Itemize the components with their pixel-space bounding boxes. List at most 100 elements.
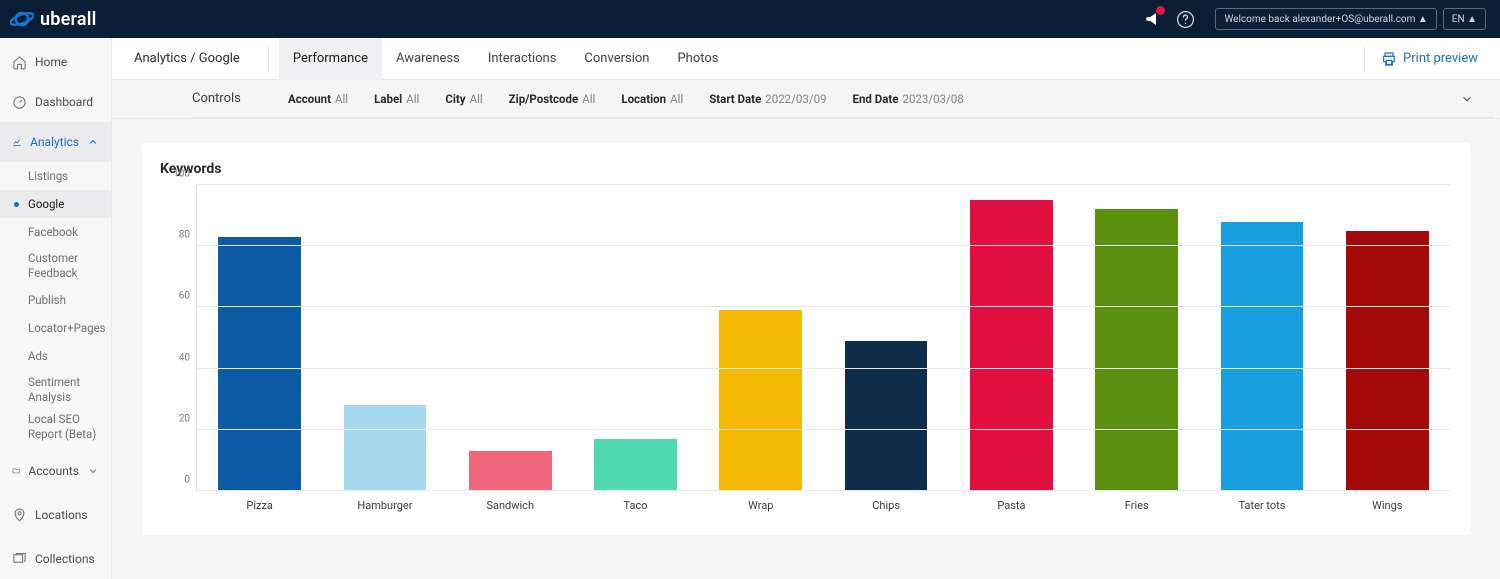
filter-end-date[interactable]: End Date2023/03/08: [853, 92, 964, 106]
bar[interactable]: [469, 451, 552, 491]
sidebar: Home Dashboard Analytics Listings Google…: [0, 38, 112, 579]
help-button[interactable]: [1176, 10, 1195, 29]
sidebar-item-analytics[interactable]: Analytics: [0, 122, 111, 162]
sidebar-sub-locator-pages[interactable]: Locator+Pages: [0, 314, 111, 342]
tab-awareness[interactable]: Awareness: [382, 38, 474, 80]
sidebar-item-locations[interactable]: Locations: [0, 495, 111, 535]
controls-bar: Controls AccountAll LabelAll CityAll Zip…: [112, 80, 1500, 119]
pin-icon: [12, 507, 27, 522]
chart-line-icon: [12, 135, 22, 150]
content: Keywords 020406080100 PizzaHamburgerSand…: [112, 119, 1500, 579]
y-tick: 100: [173, 169, 190, 180]
help-icon: [1176, 10, 1195, 29]
breadcrumb: Analytics / Google: [134, 51, 240, 66]
sidebar-item-home[interactable]: Home: [0, 42, 111, 82]
notifications-button[interactable]: [1144, 10, 1162, 28]
tab-performance[interactable]: Performance: [279, 38, 382, 80]
tab-conversion[interactable]: Conversion: [570, 38, 663, 80]
controls-title: Controls: [192, 91, 242, 106]
x-label: Fries: [1125, 499, 1149, 512]
tabbar: Analytics / Google Performance Awareness…: [112, 38, 1500, 80]
bar[interactable]: [344, 405, 427, 491]
keywords-chart: 020406080100 PizzaHamburgerSandwichTacoW…: [160, 185, 1450, 515]
sidebar-label-dashboard: Dashboard: [35, 95, 93, 109]
main: Analytics / Google Performance Awareness…: [112, 38, 1500, 579]
y-tick: 0: [184, 475, 190, 486]
bar-cell: Taco: [573, 185, 698, 491]
controls-toggle[interactable]: [1460, 92, 1474, 106]
language-label: EN ▲: [1452, 14, 1477, 25]
sidebar-item-dashboard[interactable]: Dashboard: [0, 82, 111, 122]
bar-cell: Fries: [1074, 185, 1199, 491]
bar[interactable]: [1346, 231, 1429, 491]
bar-cell: Sandwich: [448, 185, 573, 491]
welcome-text: Welcome back alexander+OS@uberall.com ▲: [1224, 14, 1427, 25]
y-tick: 20: [179, 413, 190, 424]
bar[interactable]: [970, 200, 1053, 491]
gridline: [197, 368, 1450, 369]
sidebar-sub-local-seo[interactable]: Local SEO Report (Beta): [0, 410, 111, 447]
bar[interactable]: [594, 439, 677, 491]
bar-cell: Pizza: [197, 185, 322, 491]
gridline: [197, 429, 1450, 430]
divider: [268, 46, 269, 72]
bar-cell: Hamburger: [322, 185, 447, 491]
sidebar-sub-listings[interactable]: Listings: [0, 162, 111, 190]
sidebar-item-accounts[interactable]: Accounts: [0, 451, 111, 491]
bar-cell: Wrap: [698, 185, 823, 491]
x-label: Taco: [624, 499, 648, 512]
x-label: Hamburger: [357, 499, 412, 512]
language-menu[interactable]: EN ▲: [1443, 8, 1486, 30]
filter-city[interactable]: CityAll: [445, 92, 482, 106]
sidebar-item-collections[interactable]: Collections: [0, 539, 111, 579]
gridline: [197, 245, 1450, 246]
brand-name: uberall: [40, 9, 96, 30]
bar-cell: Chips: [823, 185, 948, 491]
x-label: Pizza: [246, 499, 273, 512]
x-label: Chips: [872, 499, 900, 512]
x-label: Wrap: [748, 499, 773, 512]
plot-area: PizzaHamburgerSandwichTacoWrapChipsPasta…: [196, 185, 1450, 491]
sidebar-sub-customer-feedback[interactable]: Customer Feedback: [0, 246, 111, 286]
keywords-card: Keywords 020406080100 PizzaHamburgerSand…: [142, 143, 1470, 535]
tab-interactions[interactable]: Interactions: [474, 38, 571, 80]
sidebar-label-accounts: Accounts: [28, 464, 79, 478]
filter-account[interactable]: AccountAll: [288, 92, 348, 106]
bar[interactable]: [218, 237, 301, 491]
topbar: uberall Welcome back alexander+OS@uberal…: [0, 0, 1500, 38]
bars-container: PizzaHamburgerSandwichTacoWrapChipsPasta…: [197, 185, 1450, 491]
bar[interactable]: [719, 310, 802, 491]
bar[interactable]: [1221, 222, 1304, 491]
sidebar-sub-ads[interactable]: Ads: [0, 342, 111, 370]
gridline: [197, 490, 1450, 491]
filter-label[interactable]: LabelAll: [374, 92, 419, 106]
bar[interactable]: [1095, 209, 1178, 491]
sidebar-sub-facebook[interactable]: Facebook: [0, 218, 111, 246]
y-tick: 80: [179, 230, 190, 241]
x-label: Pasta: [997, 499, 1025, 512]
x-label: Wings: [1372, 499, 1402, 512]
y-tick: 60: [179, 291, 190, 302]
filter-zip[interactable]: Zip/PostcodeAll: [509, 92, 596, 106]
printer-icon: [1381, 51, 1397, 67]
filter-start-date[interactable]: Start Date2022/03/09: [709, 92, 826, 106]
gauge-icon: [12, 95, 27, 110]
sidebar-sub-publish[interactable]: Publish: [0, 286, 111, 314]
chevron-down-icon: [87, 465, 99, 477]
user-menu[interactable]: Welcome back alexander+OS@uberall.com ▲: [1215, 8, 1436, 30]
bar-cell: Tater tots: [1199, 185, 1324, 491]
tab-photos[interactable]: Photos: [663, 38, 732, 80]
x-label: Tater tots: [1239, 499, 1286, 512]
brand-logo[interactable]: uberall: [10, 7, 96, 31]
print-preview-button[interactable]: Print preview: [1364, 46, 1478, 72]
filter-location[interactable]: LocationAll: [621, 92, 683, 106]
home-icon: [12, 55, 27, 70]
sidebar-label-analytics: Analytics: [30, 135, 79, 149]
y-tick: 40: [179, 352, 190, 363]
x-label: Sandwich: [486, 499, 534, 512]
sidebar-sub-google[interactable]: Google: [0, 190, 111, 218]
sidebar-sub-sentiment[interactable]: Sentiment Analysis: [0, 370, 111, 410]
card-title: Keywords: [160, 161, 1450, 177]
notification-badge: [1156, 6, 1165, 15]
bar[interactable]: [845, 341, 928, 491]
